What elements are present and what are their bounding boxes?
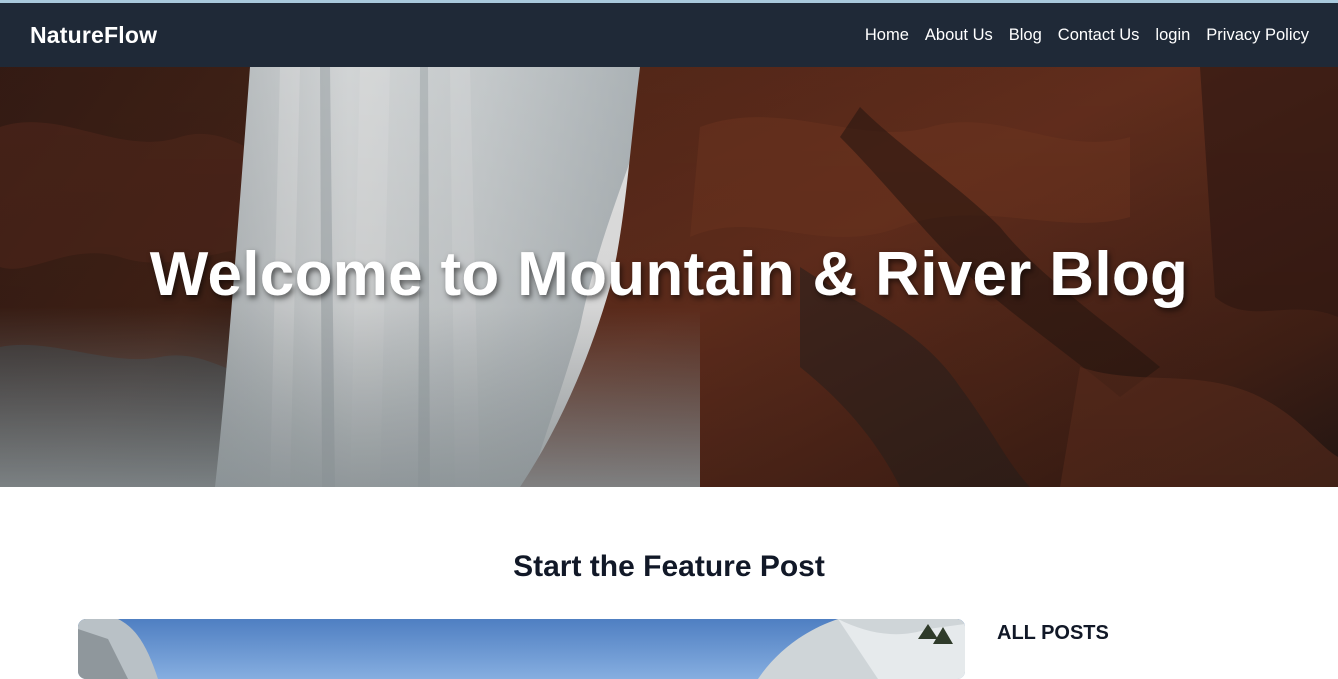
- all-posts-heading: ALL POSTS: [997, 622, 1109, 644]
- nav-menu: Home About Us Blog Contact Us login Priv…: [865, 26, 1309, 45]
- feature-post-image[interactable]: [78, 619, 965, 679]
- nav-blog-link[interactable]: Blog: [1009, 26, 1042, 45]
- nav-about-link[interactable]: About Us: [925, 26, 993, 45]
- nav-privacy-link[interactable]: Privacy Policy: [1206, 26, 1309, 45]
- navbar: NatureFlow Home About Us Blog Contact Us…: [0, 3, 1338, 67]
- nav-login-link[interactable]: login: [1155, 26, 1190, 45]
- feature-post-photo: [78, 619, 965, 679]
- feature-section-heading: Start the Feature Post: [513, 550, 825, 583]
- nav-contact-link[interactable]: Contact Us: [1058, 26, 1140, 45]
- site-logo[interactable]: NatureFlow: [30, 22, 157, 49]
- hero-banner: Welcome to Mountain & River Blog: [0, 67, 1338, 487]
- nav-home-link[interactable]: Home: [865, 26, 909, 45]
- hero-title: Welcome to Mountain & River Blog: [149, 240, 1189, 309]
